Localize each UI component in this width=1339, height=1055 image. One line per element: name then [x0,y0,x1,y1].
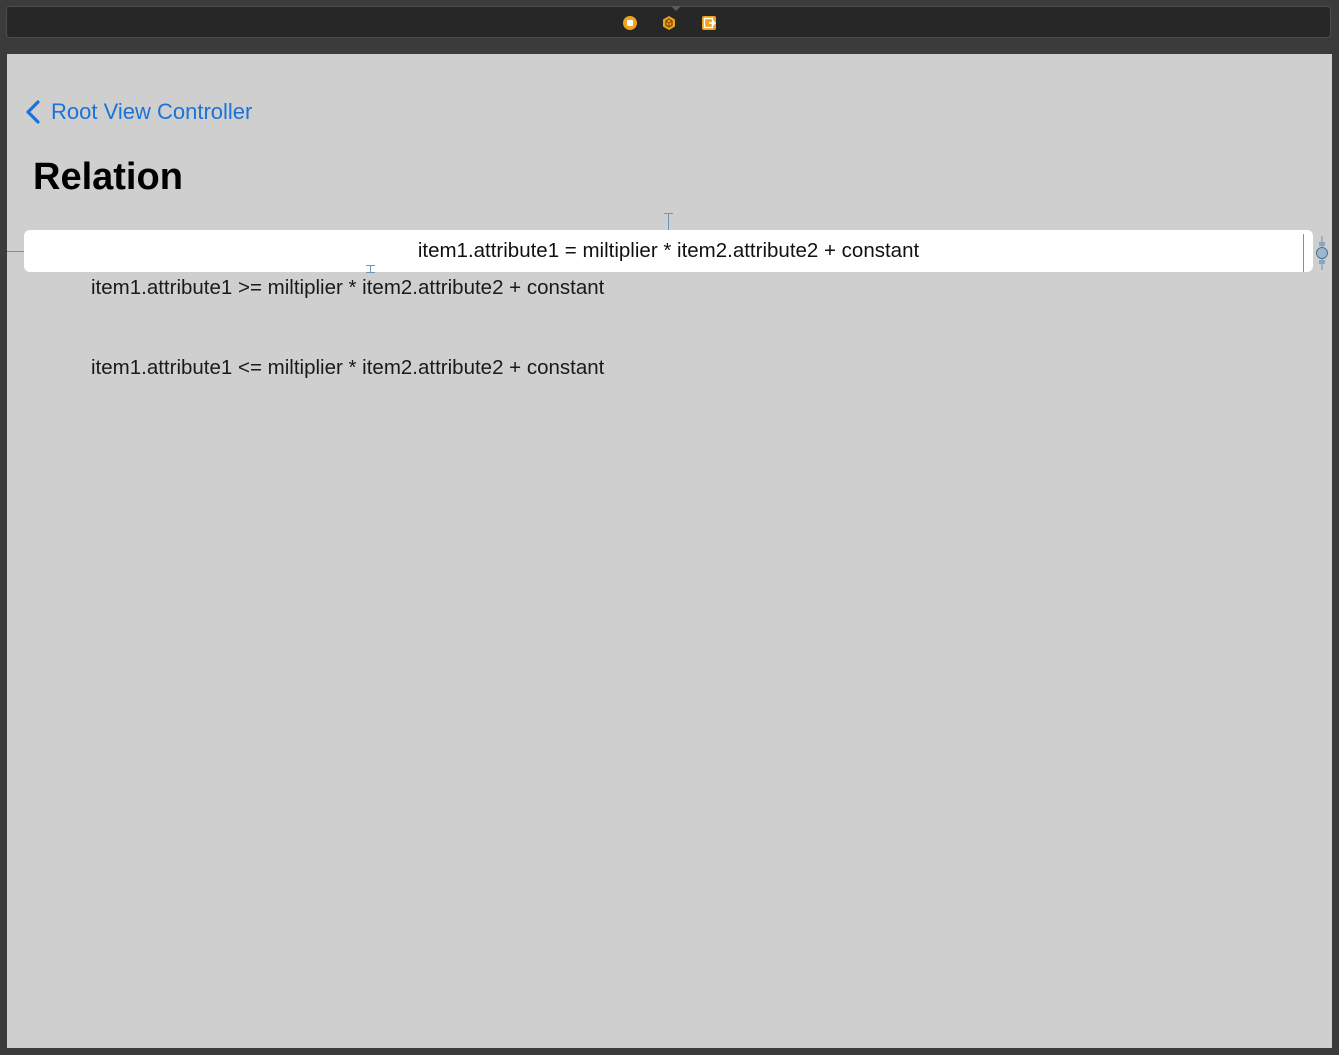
equal-relation-text: item1.attribute1 = miltiplier * item2.at… [417,239,920,262]
greater-or-equal-relation-label[interactable]: item1.attribute1 >= miltiplier * item2.a… [91,275,604,301]
bottom-constraint-cap-top [366,265,375,266]
storyboard-canvas: Root View Controller Relation item1.attr… [0,0,1339,1055]
resize-handle-icon[interactable] [1315,236,1329,270]
scene-dock [6,6,1331,38]
back-button-label: Root View Controller [51,99,253,124]
view-controller-icon[interactable] [622,15,638,31]
bottom-constraint-cap-bottom [366,272,375,273]
chevron-left-icon [26,100,40,124]
equal-relation-label[interactable]: item1.attribute1 = miltiplier * item2.at… [24,230,1313,272]
first-responder-icon[interactable] [661,15,677,31]
scene-dock-notch [671,6,681,11]
back-button[interactable]: Root View Controller [23,98,252,126]
top-constraint-cap [664,213,673,214]
less-or-equal-relation-label[interactable]: item1.attribute1 <= miltiplier * item2.a… [91,355,604,381]
page-title: Relation [33,156,183,198]
trailing-constraint-guide [1303,234,1304,272]
exit-icon[interactable] [701,15,717,31]
view-controller-view: Root View Controller Relation item1.attr… [7,54,1332,1048]
